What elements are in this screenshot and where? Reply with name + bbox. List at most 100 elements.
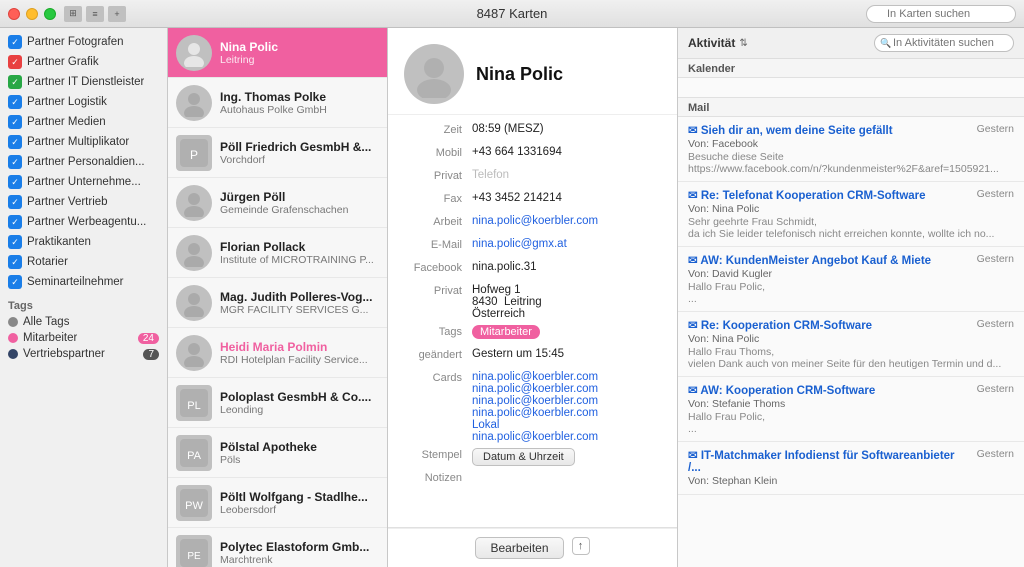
activity-panel: Aktivität ⇅ 🔍 Kalender Mail ✉ Sieh dir a… [678, 28, 1024, 567]
checkbox-partner-logistik[interactable]: ✓ [8, 95, 22, 109]
detail-avatar [404, 44, 464, 104]
card-link-5[interactable]: nina.polic@koerbler.com [472, 431, 661, 443]
sidebar-item-partner-fotografen[interactable]: ✓ Partner Fotografen [0, 32, 167, 52]
mail-item-0[interactable]: ✉ Sieh dir an, wem deine Seite gefällt G… [678, 117, 1024, 182]
svg-text:PL: PL [187, 400, 200, 412]
detail-value-geandert: Gestern um 15:45 [472, 348, 661, 366]
activity-title: Aktivität [688, 36, 735, 50]
sidebar-item-partner-logistik[interactable]: ✓ Partner Logistik [0, 92, 167, 112]
detail-value-email[interactable]: nina.polic@gmx.at [472, 238, 661, 256]
contact-item-nina-polic[interactable]: Nina Polic Leitring [168, 28, 387, 78]
tag-mitarbeiter-badge[interactable]: Mitarbeiter [472, 325, 540, 339]
detail-row-fax: Fax +43 3452 214214 [404, 192, 661, 210]
tag-vertriebspartner-dot [8, 349, 18, 359]
checkbox-partner-medien[interactable]: ✓ [8, 115, 22, 129]
sidebar-item-partner-it[interactable]: ✓ Partner IT Dienstleister [0, 72, 167, 92]
detail-value-notizen [472, 471, 661, 489]
activity-scroll: Kalender Mail ✉ Sieh dir an, wem deine S… [678, 59, 1024, 567]
checkbox-seminarteilnehmer[interactable]: ✓ [8, 275, 22, 289]
mail-date-2: Gestern [977, 253, 1014, 265]
sidebar-item-praktikanten[interactable]: ✓ Praktikanten [0, 232, 167, 252]
checkbox-partner-it[interactable]: ✓ [8, 75, 22, 89]
list-icon[interactable]: ≡ [86, 6, 104, 22]
contact-item-jurgen-poll[interactable]: Jürgen Pöll Gemeinde Grafenschachen [168, 178, 387, 228]
avatar-florian-pollack [176, 235, 212, 271]
title-search-area: 🔍 [866, 5, 1016, 23]
maximize-button[interactable] [44, 8, 56, 20]
checkbox-partner-vertrieb[interactable]: ✓ [8, 195, 22, 209]
contact-name-poll-friedrich: Pöll Friedrich GesmbH &... [220, 140, 379, 154]
close-button[interactable] [8, 8, 20, 20]
mail-from-3: Von: Nina Polic [688, 333, 1014, 345]
contact-item-heidi-polmin[interactable]: Heidi Maria Polmin RDI Hotelplan Facilit… [168, 328, 387, 378]
mail-item-1[interactable]: ✉ Re: Telefonat Kooperation CRM-Software… [678, 182, 1024, 247]
share-button[interactable]: ↑ [572, 537, 590, 555]
checkbox-partner-multiplikator[interactable]: ✓ [8, 135, 22, 149]
contact-item-poloplast[interactable]: PL Poloplast GesmbH & Co.... Leonding [168, 378, 387, 428]
search-input[interactable] [866, 5, 1016, 23]
detail-value-mobil: +43 664 1331694 [472, 146, 661, 164]
avatar-thomas-polke [176, 85, 212, 121]
sidebar: ✓ Partner Fotografen ✓ Partner Grafik ✓ … [0, 28, 168, 567]
mail-item-2[interactable]: ✉ AW: KundenMeister Angebot Kauf & Miete… [678, 247, 1024, 312]
contact-sub-heidi-polmin: RDI Hotelplan Facility Service... [220, 354, 379, 366]
contact-item-florian-pollack[interactable]: Florian Pollack Institute of MICROTRAINI… [168, 228, 387, 278]
contact-item-poltl-wolfgang[interactable]: PW Pöltl Wolfgang - Stadlhe... Leobersdo… [168, 478, 387, 528]
minimize-button[interactable] [26, 8, 38, 20]
detail-name: Nina Polic [476, 64, 563, 85]
tag-vertriebspartner[interactable]: Vertriebspartner 7 [0, 346, 167, 362]
stempel-button[interactable]: Datum & Uhrzeit [472, 448, 575, 466]
sidebar-item-partner-vertrieb[interactable]: ✓ Partner Vertrieb [0, 192, 167, 212]
sidebar-item-partner-unternehme[interactable]: ✓ Partner Unternehme... [0, 172, 167, 192]
sidebar-item-partner-grafik[interactable]: ✓ Partner Grafik [0, 52, 167, 72]
mail-item-3[interactable]: ✉ Re: Kooperation CRM-Software Gestern V… [678, 312, 1024, 377]
checkbox-praktikanten[interactable]: ✓ [8, 235, 22, 249]
tag-mitarbeiter[interactable]: Mitarbeiter 24 [0, 330, 167, 346]
detail-label-stempel: Stempel [404, 448, 462, 466]
activity-sort-icon[interactable]: ⇅ [739, 38, 747, 49]
checkbox-partner-grafik[interactable]: ✓ [8, 55, 22, 69]
detail-label-mobil: Mobil [404, 146, 462, 164]
contact-item-poll-friedrich[interactable]: P Pöll Friedrich GesmbH &... Vorchdorf [168, 128, 387, 178]
checkbox-partner-fotografen[interactable]: ✓ [8, 35, 22, 49]
mail-item-4[interactable]: ✉ AW: Kooperation CRM-Software Gestern V… [678, 377, 1024, 442]
card-link-4[interactable]: nina.polic@koerbler.com [472, 407, 661, 419]
mail-subject-5: ✉ IT-Matchmaker Infodienst für Softwarea… [688, 448, 969, 474]
detail-value-arbeit[interactable]: nina.polic@koerbler.com [472, 215, 661, 233]
contact-item-judith-polleres[interactable]: Mag. Judith Polleres-Vog... MGR FACILITY… [168, 278, 387, 328]
tag-alle-tags[interactable]: Alle Tags [0, 314, 167, 330]
sidebar-item-partner-werbeagentu[interactable]: ✓ Partner Werbeagentu... [0, 212, 167, 232]
detail-row-facebook: Facebook nina.polic.31 [404, 261, 661, 279]
sidebar-item-partner-multiplikator[interactable]: ✓ Partner Multiplikator [0, 132, 167, 152]
edit-button[interactable]: Bearbeiten [475, 537, 563, 559]
sidebar-item-seminarteilnehmer[interactable]: ✓ Seminarteilnehmer [0, 272, 167, 292]
add-icon[interactable]: + [108, 6, 126, 22]
checkbox-partner-unternehme[interactable]: ✓ [8, 175, 22, 189]
sidebar-item-rotarier[interactable]: ✓ Rotarier [0, 252, 167, 272]
card-link-lokal[interactable]: Lokal [472, 419, 661, 431]
contact-item-polytec-elastoform[interactable]: PE Polytec Elastoform Gmb... Marchtrenk [168, 528, 387, 567]
detail-panel: Nina Polic Zeit 08:59 (MESZ) Mobil +43 6… [388, 28, 678, 567]
mail-item-5[interactable]: ✉ IT-Matchmaker Infodienst für Softwarea… [678, 442, 1024, 495]
checkbox-partner-personaldien[interactable]: ✓ [8, 155, 22, 169]
detail-row-arbeit: Arbeit nina.polic@koerbler.com [404, 215, 661, 233]
checkbox-rotarier[interactable]: ✓ [8, 255, 22, 269]
detail-header: Nina Polic [388, 28, 677, 115]
card-link-3[interactable]: nina.polic@koerbler.com [472, 395, 661, 407]
mail-preview-1: Sehr geehrte Frau Schmidt, [688, 216, 1014, 228]
contact-item-thomas-polke[interactable]: Ing. Thomas Polke Autohaus Polke GmbH [168, 78, 387, 128]
view-icon[interactable]: ⊞ [64, 6, 82, 22]
card-link-1[interactable]: nina.polic@koerbler.com [472, 371, 661, 383]
sidebar-item-partner-personaldien[interactable]: ✓ Partner Personaldien... [0, 152, 167, 172]
detail-value-tags: Mitarbeiter [472, 325, 661, 343]
activity-search-input[interactable] [874, 34, 1014, 52]
contact-item-polstal-apotheke[interactable]: PA Pölstal Apotheke Pöls [168, 428, 387, 478]
svg-text:PA: PA [187, 450, 202, 462]
sidebar-item-partner-medien[interactable]: ✓ Partner Medien [0, 112, 167, 132]
card-link-2[interactable]: nina.polic@koerbler.com [472, 383, 661, 395]
window-title: 8487 Karten [477, 6, 548, 21]
activity-header: Aktivität ⇅ 🔍 [678, 28, 1024, 59]
checkbox-partner-werbeagentu[interactable]: ✓ [8, 215, 22, 229]
svg-text:PE: PE [187, 551, 201, 562]
detail-label-arbeit: Arbeit [404, 215, 462, 233]
